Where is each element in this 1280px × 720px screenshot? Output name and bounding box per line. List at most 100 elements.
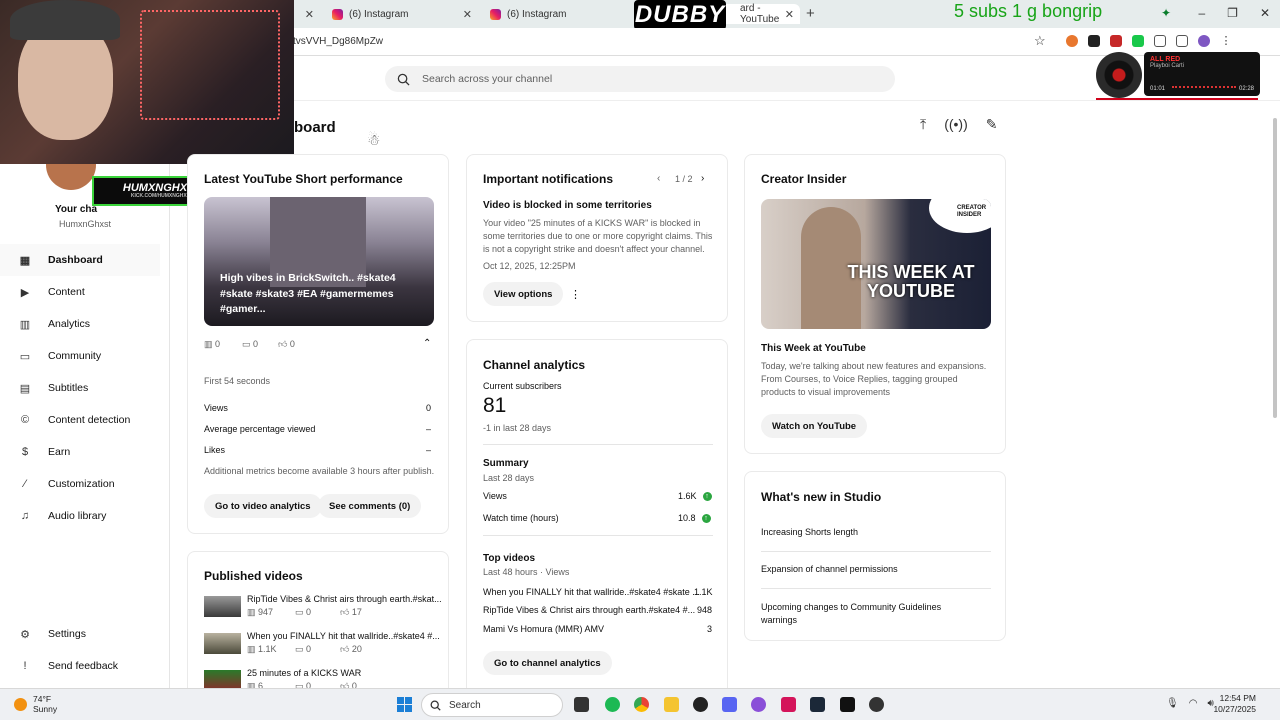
video-title[interactable]: RipTide Vibes & Christ airs through eart… (247, 594, 442, 604)
summary-label: Watch time (hours) (483, 513, 559, 523)
sidebar-item-label: Analytics (48, 318, 91, 330)
browser-tab-partial[interactable]: ✕ (294, 4, 320, 24)
track-total: 02:28 (1238, 86, 1254, 92)
puzzle-icon[interactable] (1154, 35, 1166, 47)
sidebar-item-content-detection[interactable]: © Content detection (0, 404, 170, 436)
sidebar-item-customization[interactable]: ⁄ Customization (0, 468, 170, 500)
close-tab-icon[interactable]: ✕ (785, 8, 794, 21)
top-video-title[interactable]: Mami Vs Homura (MMR) AMV (483, 624, 604, 634)
short-thumbnail[interactable]: High vibes in BrickSwitch.. #skate4 #ska… (204, 197, 434, 326)
metric-label: Views (204, 403, 228, 413)
whats-new-item[interactable]: Upcoming changes to Community Guidelines… (761, 601, 961, 627)
chevron-right-icon[interactable]: › (701, 173, 704, 184)
go-live-icon[interactable]: ((•)) (944, 116, 968, 133)
sidebar-item-send-feedback[interactable]: ! Send feedback (0, 650, 170, 682)
channel-search-input[interactable]: Search across your channel (385, 66, 895, 92)
subscribers-change-value: -1 (483, 423, 492, 433)
chevron-up-icon[interactable]: ⌃ (423, 338, 431, 349)
extension-icon[interactable] (1066, 35, 1078, 47)
video-stats: 👍︎ 17 (340, 607, 362, 617)
extension-icon[interactable] (1132, 35, 1144, 47)
browser-tab-instagram-2[interactable]: (6) Instagram (484, 4, 636, 24)
terminal-icon[interactable] (840, 697, 855, 712)
sidebar-item-label: Content detection (48, 414, 131, 426)
bookmark-star-icon[interactable]: ☆ (1034, 33, 1046, 49)
whats-new-item[interactable]: Expansion of channel permissions (761, 564, 898, 574)
upload-icon[interactable]: ⤒ (920, 116, 926, 133)
track-elapsed: 01:01 (1150, 86, 1166, 92)
taskbar-clock[interactable]: 12:54 PM 10/27/2025 (1213, 693, 1256, 716)
url-text[interactable]: tvsVVH_Dg86MpZw (293, 36, 383, 47)
summary-title: Summary (483, 458, 529, 469)
content-icon: ▶ (20, 286, 30, 299)
new-tab-icon[interactable]: + (806, 5, 815, 22)
windows-start-icon[interactable] (397, 697, 412, 712)
sidebar-item-earn[interactable]: $ Earn (0, 436, 170, 468)
chevron-left-icon[interactable]: ‹ (657, 173, 660, 184)
sidebar-item-analytics[interactable]: ▥ Analytics (0, 308, 170, 340)
insider-video-title: This Week at YouTube (761, 343, 866, 354)
app-icon[interactable] (781, 697, 796, 712)
more-options-icon[interactable]: ⋮ (570, 288, 581, 301)
video-title[interactable]: When you FINALLY hit that wallride..#ska… (247, 631, 440, 641)
top-video-title[interactable]: When you FINALLY hit that wallride..#ska… (483, 587, 700, 597)
extension-icon[interactable] (1088, 35, 1100, 47)
whats-new-item[interactable]: Increasing Shorts length (761, 527, 858, 537)
clock-date: 10/27/2025 (1213, 704, 1256, 715)
spotify-icon[interactable] (605, 697, 620, 712)
steam-icon[interactable] (810, 697, 825, 712)
notification-date: Oct 12, 2025, 12:25PM (483, 261, 576, 271)
creator-insider-thumbnail[interactable]: CREATOR INSIDER THIS WEEK AT YOUTUBE (761, 199, 991, 329)
channel-analytics-card: Channel analytics Current subscribers 81… (466, 339, 728, 688)
sidebar-item-label: Subtitles (48, 382, 89, 394)
page-scrollbar[interactable] (1273, 118, 1277, 418)
stream-overlay-badge: DUBBY (634, 0, 726, 30)
go-to-channel-analytics-button[interactable]: Go to channel analytics (483, 651, 612, 675)
avatar[interactable] (46, 164, 96, 190)
taskbar-search-label: Search (449, 699, 481, 711)
search-icon (397, 73, 410, 86)
dashboard-actions: ⤒ ((•)) ✎ (920, 116, 998, 133)
video-title[interactable]: 25 minutes of a KICKS WAR (247, 668, 361, 678)
watch-on-youtube-button[interactable]: Watch on YouTube (761, 414, 868, 438)
browser-tab-instagram-1[interactable]: (6) Instagram ✕ (326, 4, 478, 24)
taskbar-search-input[interactable]: Search (421, 693, 563, 717)
sidebar-item-content[interactable]: ▶ Content (0, 276, 170, 308)
sidebar-item-audio-library[interactable]: ♫ Audio library (0, 500, 170, 532)
sidebar-item-settings[interactable]: ⚙ Settings (0, 618, 170, 650)
profile-icon[interactable] (1198, 35, 1210, 47)
app-icon[interactable] (693, 697, 708, 712)
short-views: ▥ 0 (204, 339, 220, 350)
top-video-title[interactable]: RipTide Vibes & Christ airs through eart… (483, 605, 695, 615)
video-thumbnail[interactable] (204, 633, 241, 654)
sidebar-icon[interactable] (1176, 35, 1188, 47)
see-comments-button[interactable]: See comments (0) (318, 494, 422, 518)
discord-icon[interactable] (722, 697, 737, 712)
sidebar-item-subtitles[interactable]: ▤ Subtitles (0, 372, 170, 404)
card-title: Creator Insider (761, 172, 847, 186)
wifi-icon[interactable]: ◠ (1189, 698, 1198, 709)
maximize-icon[interactable]: ❐ (1227, 6, 1238, 20)
obs-icon[interactable] (869, 697, 884, 712)
close-window-icon[interactable]: ✕ (1260, 6, 1270, 20)
extension-icon[interactable] (1110, 35, 1122, 47)
close-tab-icon[interactable]: ✕ (463, 8, 472, 21)
sidebar-item-community[interactable]: ▭ Community (0, 340, 170, 372)
file-explorer-icon[interactable] (664, 697, 679, 712)
weather-widget[interactable]: 74°F Sunny (14, 694, 57, 714)
app-icon[interactable] (751, 697, 766, 712)
task-view-icon[interactable] (574, 697, 589, 712)
copyright-icon: © (20, 414, 30, 426)
menu-dots-icon[interactable]: ⋮ (1220, 35, 1232, 47)
chrome-icon[interactable] (634, 697, 649, 712)
go-to-video-analytics-button[interactable]: Go to video analytics (204, 494, 322, 518)
microphone-icon[interactable]: 🎙︎ (1166, 698, 1179, 709)
sparkle-icon[interactable]: ✦ (1161, 6, 1171, 20)
minimize-icon[interactable]: – (1198, 6, 1205, 20)
sidebar-item-dashboard[interactable]: ▦ Dashboard (0, 244, 160, 276)
close-tab-icon[interactable]: ✕ (305, 8, 314, 21)
view-options-button[interactable]: View options (483, 282, 564, 306)
whats-new-card: What's new in Studio Increasing Shorts l… (744, 471, 1006, 641)
create-post-icon[interactable]: ✎ (986, 116, 998, 133)
video-thumbnail[interactable] (204, 596, 241, 617)
